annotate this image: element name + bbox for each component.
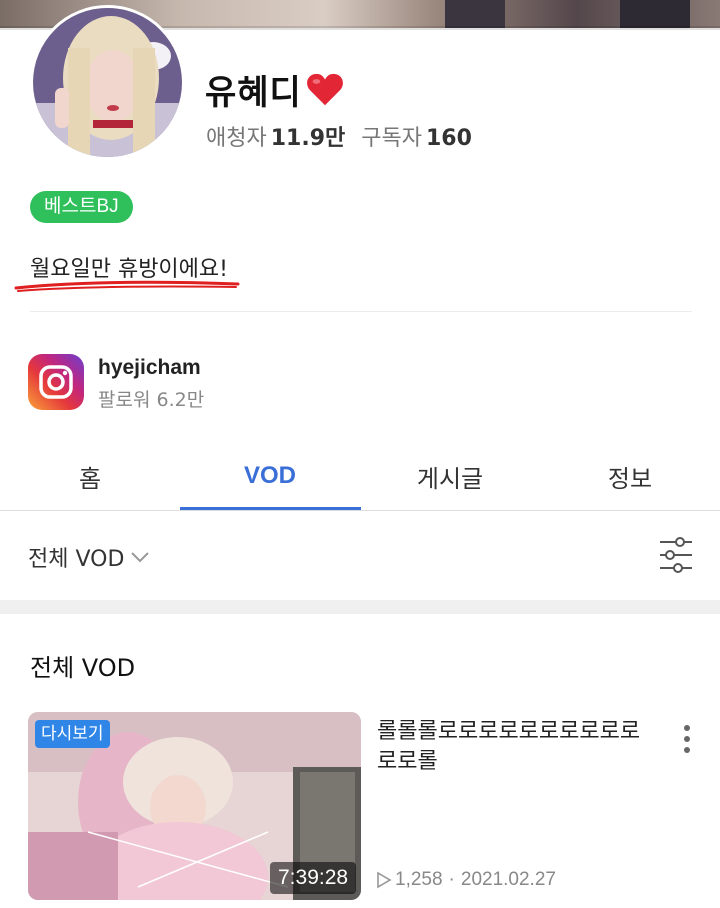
vod-meta: 1,258 · 2021.02.27 (376, 869, 556, 891)
vod-title[interactable]: 롤롤롤로로로로로로로로로로로로롤 (377, 717, 652, 777)
channel-name: 유혜디 (205, 73, 302, 113)
play-icon (377, 871, 392, 889)
tab-home[interactable]: 홈 (0, 440, 180, 512)
banner-art (445, 0, 505, 28)
avatar[interactable] (30, 5, 185, 160)
channel-name-row: 유혜디 (205, 65, 344, 114)
vod-filter-label: 전체 VOD (28, 547, 125, 572)
best-bj-badge: 베스트BJ (30, 191, 133, 223)
tab-info[interactable]: 정보 (540, 440, 720, 512)
heart-icon (306, 73, 343, 105)
subscribers-label: 구독자 (361, 126, 422, 151)
filter-sliders-icon[interactable] (658, 536, 694, 574)
instagram-icon[interactable] (28, 354, 84, 410)
vod-filter-dropdown[interactable]: 전체 VOD (28, 541, 150, 573)
viewers-label: 애청자 (206, 126, 267, 151)
tab-posts[interactable]: 게시글 (360, 440, 540, 512)
instagram-followers: 팔로워 6.2만 (98, 389, 205, 411)
more-options-icon[interactable] (676, 722, 698, 756)
vod-duration: 7:39:28 (270, 862, 357, 894)
subscribers-count: 160 (426, 126, 472, 151)
section-separator (0, 600, 720, 614)
instagram-handle[interactable]: hyejicham (98, 356, 201, 380)
channel-tabs: 홈 VOD 게시글 정보 (0, 440, 720, 512)
channel-stats: 애청자 11.9만 구독자 160 (206, 120, 472, 152)
meta-separator: · (448, 869, 455, 890)
viewers-count: 11.9만 (270, 126, 346, 151)
section-title: 전체 VOD (30, 654, 136, 682)
replay-badge: 다시보기 (35, 720, 110, 748)
red-underline-annotation (14, 280, 240, 292)
divider (30, 311, 692, 312)
tab-vod[interactable]: VOD (180, 440, 360, 512)
vod-views: 1,258 (395, 869, 443, 890)
chevron-down-icon (131, 552, 150, 563)
banner-art (620, 0, 690, 28)
tabs-divider (0, 510, 720, 511)
vod-date: 2021.02.27 (460, 869, 556, 890)
